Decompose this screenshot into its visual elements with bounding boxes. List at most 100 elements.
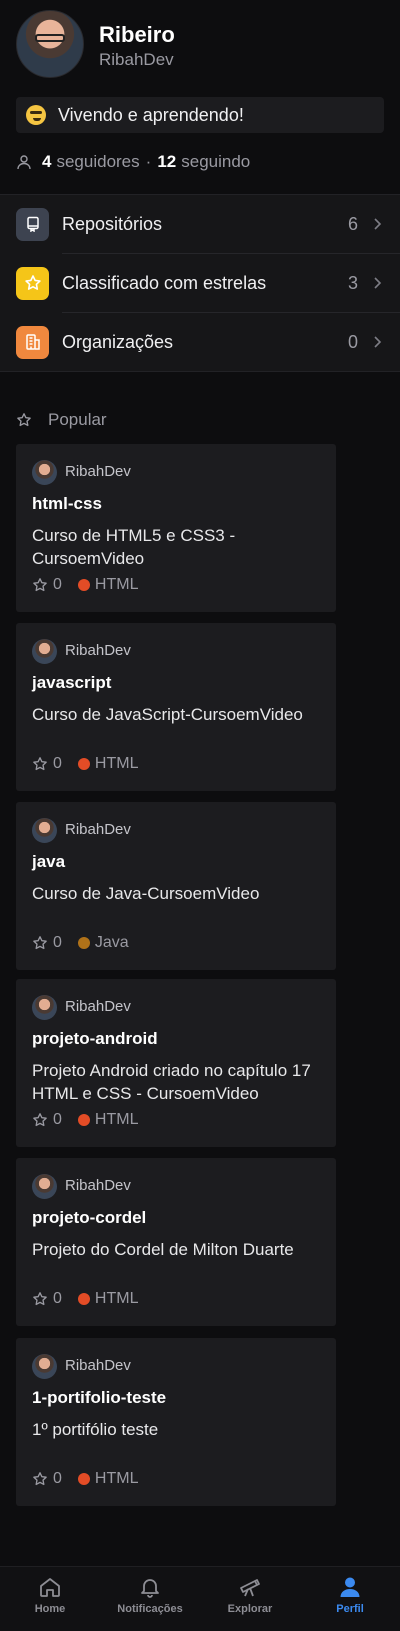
bottom-tab-bar: Home Notificações Explorar Perfil: [0, 1566, 400, 1631]
star-outline-icon: [33, 1113, 47, 1127]
menu-count: 0: [347, 331, 358, 352]
followers-label: seguidores: [56, 152, 140, 171]
nerd-face-emoji-icon: [26, 105, 46, 125]
repo-card[interactable]: RibahDev javascript Curso de JavaScript-…: [16, 623, 336, 791]
chevron-right-icon: [374, 277, 382, 289]
repo-language: HTML: [94, 755, 139, 772]
repo-meta: 0 HTML: [32, 1470, 138, 1488]
owner-avatar: [32, 995, 57, 1020]
repo-language: HTML: [94, 1290, 139, 1307]
repo-owner: RibahDev: [65, 998, 131, 1015]
tab-home[interactable]: Home: [0, 1575, 100, 1631]
repo-stars: 0: [53, 1470, 62, 1487]
profile-header: Ribeiro RibahDev: [16, 10, 384, 80]
chevron-right-icon: [374, 336, 382, 348]
repo-owner: RibahDev: [65, 1177, 131, 1194]
language-color-dot: [77, 1473, 90, 1485]
star-outline-icon: [33, 757, 47, 771]
repo-description: Projeto Android criado no capítulo 17 HT…: [32, 1061, 311, 1103]
repo-card[interactable]: RibahDev 1-portifolio-teste 1º portifóli…: [16, 1338, 336, 1506]
repo-description: Curso de HTML5 e CSS3 - CursoemVideo: [32, 526, 236, 568]
repo-name: 1-portifolio-teste: [32, 1388, 167, 1407]
language-color-dot: [77, 758, 90, 770]
repo-owner: RibahDev: [65, 463, 131, 480]
tab-label: Perfil: [336, 1603, 364, 1615]
repo-language: HTML: [94, 1470, 139, 1487]
repo-language: HTML: [94, 576, 139, 593]
status-message[interactable]: Vivendo e aprendendo!: [16, 97, 384, 133]
repo-description: Curso de Java-CursoemVideo: [32, 884, 260, 903]
menu-item-repositories[interactable]: Repositórios 6: [0, 195, 400, 253]
tab-label: Notificações: [117, 1603, 183, 1615]
menu-item-starred[interactable]: Classificado com estrelas 3: [0, 254, 400, 312]
profile-menu: Repositórios 6 Classificado com estrelas…: [0, 194, 400, 372]
star-outline-icon: [33, 1472, 47, 1486]
repo-meta: 0 HTML: [32, 1111, 138, 1129]
telescope-icon: [240, 1579, 260, 1597]
owner-avatar: [32, 1174, 57, 1199]
status-text: Vivendo e aprendendo!: [58, 104, 244, 125]
language-color-dot: [77, 1293, 90, 1305]
repo-name: projeto-cordel: [32, 1208, 147, 1227]
language-color-dot: [77, 579, 90, 591]
repo-description: Projeto do Cordel de Milton Duarte: [32, 1240, 294, 1259]
owner-avatar: [32, 818, 57, 843]
repo-meta: 0 HTML: [32, 576, 138, 594]
repo-card[interactable]: RibahDev projeto-android Projeto Android…: [16, 979, 336, 1147]
star-outline-icon: [33, 578, 47, 592]
separator-dot: ·: [145, 152, 152, 171]
star-outline-icon: [33, 1292, 47, 1306]
tab-label: Explorar: [227, 1603, 273, 1615]
repo-name: projeto-android: [32, 1029, 158, 1048]
repo-name: html-css: [32, 494, 102, 513]
repo-stars: 0: [53, 934, 62, 951]
star-icon: [16, 266, 49, 300]
owner-avatar: [32, 460, 57, 485]
repo-meta: 0 HTML: [32, 1290, 138, 1308]
star-outline-icon: [33, 936, 47, 950]
repo-meta: 0 HTML: [32, 755, 138, 773]
language-color-dot: [77, 1114, 90, 1126]
repo-card[interactable]: RibahDev java Curso de Java-CursoemVideo…: [16, 802, 336, 970]
menu-label: Repositórios: [62, 213, 163, 234]
menu-count: 3: [347, 272, 358, 293]
repo-description: 1º portifólio teste: [32, 1420, 159, 1439]
profile-name: Ribeiro: [99, 22, 175, 47]
follow-stats[interactable]: 4 seguidores · 12 seguindo: [16, 150, 250, 174]
repo-icon: [16, 207, 49, 241]
repo-owner: RibahDev: [65, 1357, 131, 1374]
menu-label: Classificado com estrelas: [62, 272, 267, 293]
tab-notifications[interactable]: Notificações: [100, 1575, 200, 1631]
star-outline-icon: [17, 413, 31, 427]
menu-label: Organizações: [62, 331, 174, 352]
organization-icon: [16, 325, 49, 359]
popular-label: Popular: [48, 410, 107, 429]
avatar[interactable]: [16, 10, 84, 78]
bell-icon: [141, 1579, 159, 1598]
following-count: 12: [157, 152, 177, 171]
tab-explore[interactable]: Explorar: [200, 1575, 300, 1631]
repo-card[interactable]: RibahDev html-css Curso de HTML5 e CSS3 …: [16, 444, 336, 612]
following-label: seguindo: [181, 152, 251, 171]
language-color-dot: [77, 937, 90, 949]
person-icon: [17, 155, 31, 170]
repo-stars: 0: [53, 755, 62, 772]
chevron-right-icon: [374, 218, 382, 230]
repo-language: Java: [94, 934, 129, 951]
profile-login: RibahDev: [99, 50, 174, 69]
repo-stars: 0: [53, 1111, 62, 1128]
owner-avatar: [32, 639, 57, 664]
repo-stars: 0: [53, 1290, 62, 1307]
repo-owner: RibahDev: [65, 642, 131, 659]
menu-item-organizations[interactable]: Organizações 0: [0, 313, 400, 371]
followers-count: 4: [42, 152, 52, 171]
home-icon: [40, 1578, 60, 1597]
person-icon: [340, 1577, 360, 1597]
menu-count: 6: [347, 213, 358, 234]
repo-language: HTML: [94, 1111, 139, 1128]
repo-name: java: [32, 852, 66, 871]
repo-name: javascript: [32, 673, 112, 692]
repo-card[interactable]: RibahDev projeto-cordel Projeto do Corde…: [16, 1158, 336, 1326]
tab-profile[interactable]: Perfil: [300, 1575, 400, 1631]
repo-description: Curso de JavaScript-CursoemVideo: [32, 705, 303, 724]
